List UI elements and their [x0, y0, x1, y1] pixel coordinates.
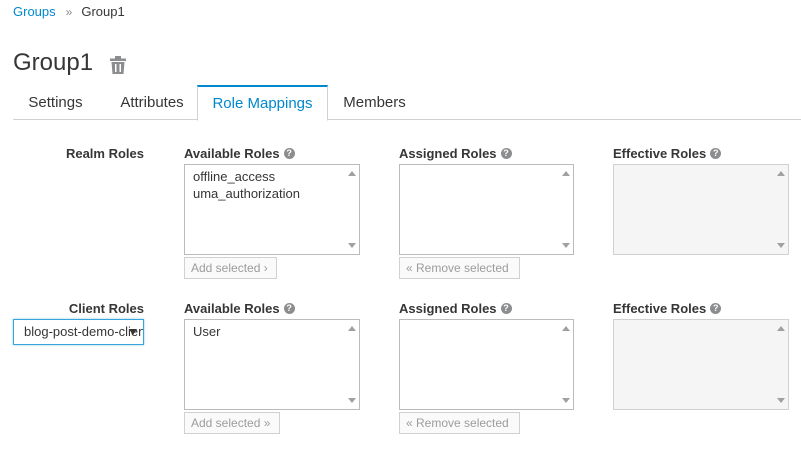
client-assigned-label-text: Assigned Roles [399, 301, 497, 316]
client-select[interactable]: blog-post-demo-client [13, 319, 144, 345]
scroll-up-arrow-icon [777, 326, 785, 331]
client-assigned-roles-list[interactable] [399, 319, 574, 410]
client-select-value: blog-post-demo-client [24, 324, 144, 339]
scroll-down-arrow-icon[interactable] [562, 243, 570, 248]
breadcrumb-separator: » [65, 4, 73, 19]
realm-available-label: Available Roles ? [184, 146, 295, 161]
scroll-down-arrow-icon[interactable] [348, 243, 356, 248]
realm-effective-label-text: Effective Roles [613, 146, 707, 161]
help-icon[interactable]: ? [500, 303, 512, 314]
help-icon[interactable]: ? [710, 303, 722, 314]
scroll-up-arrow-icon[interactable] [562, 326, 570, 331]
list-item[interactable]: offline_access [185, 168, 359, 185]
tab-bar: Settings Attributes Role Mappings Member… [13, 85, 801, 121]
list-item[interactable]: uma_authorization [185, 185, 359, 202]
help-icon[interactable]: ? [283, 148, 295, 159]
client-assigned-label: Assigned Roles ? [399, 301, 512, 316]
client-available-roles-list[interactable]: User [184, 319, 360, 410]
client-roles-label: Client Roles [68, 301, 144, 316]
client-effective-label-text: Effective Roles [613, 301, 707, 316]
realm-available-roles-list[interactable]: offline_access uma_authorization [184, 164, 360, 255]
realm-effective-roles-list [613, 164, 789, 255]
scroll-up-arrow-icon [777, 171, 785, 176]
client-effective-roles-list [613, 319, 789, 410]
scroll-up-arrow-icon[interactable] [348, 171, 356, 176]
realm-assigned-label: Assigned Roles ? [399, 146, 512, 161]
realm-effective-label: Effective Roles ? [613, 146, 722, 161]
page-title: Group1 [13, 49, 94, 76]
realm-assigned-label-text: Assigned Roles [399, 146, 497, 161]
realm-available-label-text: Available Roles [184, 146, 280, 161]
trash-icon[interactable] [109, 55, 127, 75]
list-item[interactable]: User [185, 323, 359, 340]
tab-attributes[interactable]: Attributes [104, 86, 200, 119]
realm-remove-selected-button[interactable]: « Remove selected [399, 257, 520, 279]
client-add-selected-button[interactable]: Add selected » [184, 412, 280, 434]
scroll-down-arrow-icon[interactable] [562, 398, 570, 403]
client-remove-selected-button[interactable]: « Remove selected [399, 412, 520, 434]
client-available-label-text: Available Roles [184, 301, 280, 316]
tab-role-mappings[interactable]: Role Mappings [197, 85, 328, 121]
tab-members[interactable]: Members [333, 86, 416, 119]
help-icon[interactable]: ? [500, 148, 512, 159]
scroll-down-arrow-icon[interactable] [348, 398, 356, 403]
tab-settings[interactable]: Settings [13, 86, 98, 119]
help-icon[interactable]: ? [283, 303, 295, 314]
help-icon[interactable]: ? [710, 148, 722, 159]
scroll-down-arrow-icon [777, 398, 785, 403]
realm-assigned-roles-list[interactable] [399, 164, 574, 255]
scroll-up-arrow-icon[interactable] [348, 326, 356, 331]
scroll-down-arrow-icon [777, 243, 785, 248]
scroll-up-arrow-icon[interactable] [562, 171, 570, 176]
client-effective-label: Effective Roles ? [613, 301, 722, 316]
client-available-label: Available Roles ? [184, 301, 295, 316]
breadcrumb-current: Group1 [81, 4, 125, 19]
realm-roles-label: Realm Roles [65, 146, 144, 161]
breadcrumb-groups-link[interactable]: Groups [13, 4, 56, 19]
caret-down-icon [129, 329, 137, 335]
realm-add-selected-button[interactable]: Add selected › [184, 257, 277, 279]
breadcrumb: Groups » Group1 [13, 4, 125, 19]
